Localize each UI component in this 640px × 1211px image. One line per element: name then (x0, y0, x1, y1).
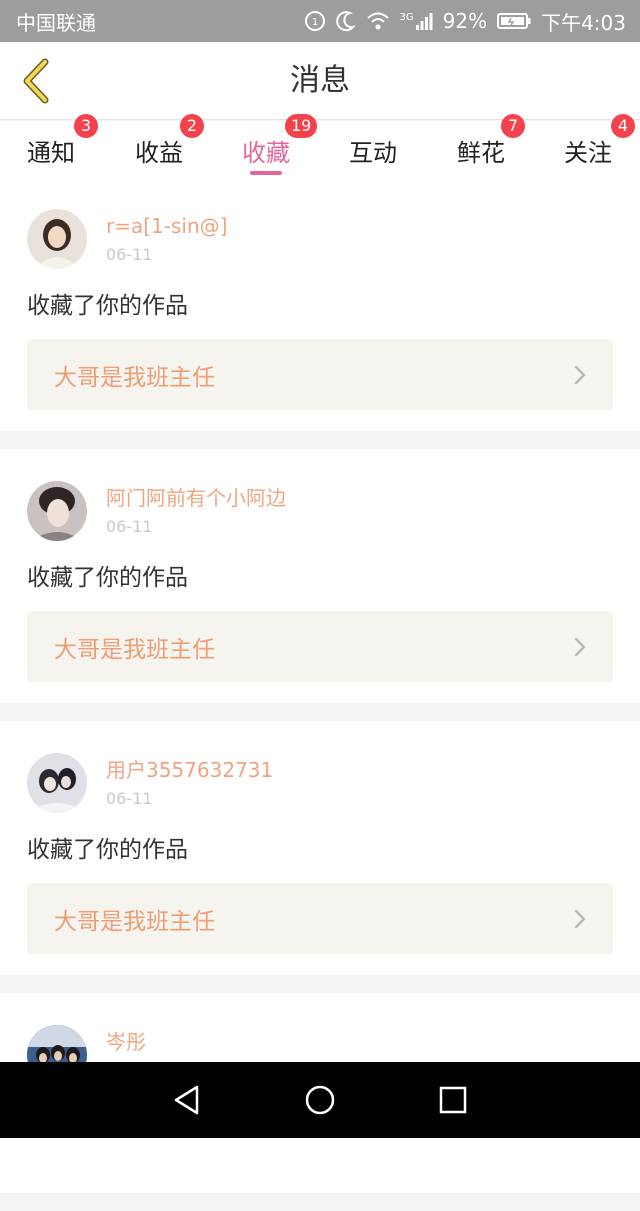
battery-percent: 92% (442, 9, 488, 33)
data-saver-icon: 1 (304, 11, 325, 31)
work-title: 大哥是我班主任 (54, 908, 215, 935)
active-tab-indicator (250, 171, 282, 175)
work-link[interactable]: 大哥是我班主任 (27, 883, 613, 954)
carrier-name: 中国联通 (16, 10, 96, 35)
back-nav-button[interactable] (157, 1070, 217, 1130)
battery-icon (497, 13, 531, 29)
avatar[interactable] (27, 753, 87, 813)
message-date: 06-11 (106, 245, 153, 264)
square-recents-icon (440, 1086, 467, 1114)
work-link[interactable]: 大哥是我班主任 (27, 611, 613, 682)
chevron-right-icon (574, 637, 586, 656)
tab-flowers[interactable]: 鲜花 7 (436, 114, 526, 177)
chevron-right-icon (574, 365, 586, 384)
username[interactable]: r=a[1-sin@] (106, 213, 227, 239)
unread-badge: 7 (501, 114, 525, 138)
svg-text:1: 1 (311, 17, 317, 28)
home-nav-button[interactable] (290, 1070, 350, 1130)
tab-label: 关注 (564, 139, 612, 167)
message-card: 用户3557632731 06-11 收藏了你的作品 大哥是我班主任 (0, 721, 640, 975)
circle-home-icon (305, 1085, 335, 1115)
avatar[interactable] (27, 209, 87, 269)
unread-badge: 3 (74, 114, 98, 138)
message-list: r=a[1-sin@] 06-11 收藏了你的作品 大哥是我班主任 阿门阿前有个… (0, 177, 640, 1211)
tab-label: 鲜花 (457, 139, 505, 167)
status-bar: 中国联通 1 3G 92% 下午4:03 (0, 0, 640, 42)
work-link[interactable]: 大哥是我班主任 (27, 339, 613, 410)
recents-nav-button[interactable] (423, 1070, 483, 1130)
tab-label: 收益 (135, 139, 183, 167)
clock: 下午4:03 (541, 10, 626, 35)
message-card: 阿门阿前有个小阿边 06-11 收藏了你的作品 大哥是我班主任 (0, 449, 640, 703)
unread-badge: 2 (180, 114, 204, 138)
message-date: 06-11 (106, 517, 153, 536)
moon-icon (335, 11, 356, 32)
action-text: 收藏了你的作品 (27, 293, 188, 319)
app-header: 消息 (0, 42, 640, 120)
page-title: 消息 (290, 63, 350, 98)
tab-interactions[interactable]: 互动 (328, 121, 418, 177)
message-card: r=a[1-sin@] 06-11 收藏了你的作品 大哥是我班主任 (0, 177, 640, 431)
back-button[interactable] (12, 56, 60, 106)
chevron-right-icon (574, 909, 586, 928)
status-icons: 1 3G 92% 下午4:03 (304, 7, 626, 36)
tab-label: 通知 (27, 139, 75, 167)
action-text: 收藏了你的作品 (27, 565, 188, 591)
tab-earnings[interactable]: 收益 2 (114, 114, 204, 177)
tab-bar: 通知 3 收益 2 收藏 19 互动 鲜花 7 关注 4 (0, 114, 640, 177)
message-date: 06-11 (106, 789, 153, 808)
tab-notifications[interactable]: 通知 3 (6, 114, 98, 177)
work-title: 大哥是我班主任 (54, 364, 215, 391)
tab-favorites[interactable]: 收藏 19 (221, 114, 318, 177)
tab-label: 收藏 (242, 139, 290, 167)
network-type: 3G (399, 12, 414, 23)
work-title: 大哥是我班主任 (54, 636, 215, 663)
unread-badge: 4 (611, 114, 635, 138)
chevron-left-icon (23, 58, 49, 104)
username[interactable]: 阿门阿前有个小阿边 (106, 485, 286, 511)
cell-signal-icon: 3G (400, 12, 433, 30)
action-text: 收藏了你的作品 (27, 837, 188, 863)
wifi-icon (366, 12, 389, 30)
username[interactable]: 岑彤 (106, 1029, 153, 1055)
tab-following[interactable]: 关注 4 (543, 114, 635, 177)
triangle-back-icon (174, 1085, 198, 1115)
avatar[interactable] (27, 481, 87, 541)
system-nav-bar (0, 1062, 640, 1138)
unread-badge: 19 (285, 114, 318, 138)
tab-label: 互动 (349, 139, 397, 167)
username[interactable]: 用户3557632731 (106, 757, 273, 783)
